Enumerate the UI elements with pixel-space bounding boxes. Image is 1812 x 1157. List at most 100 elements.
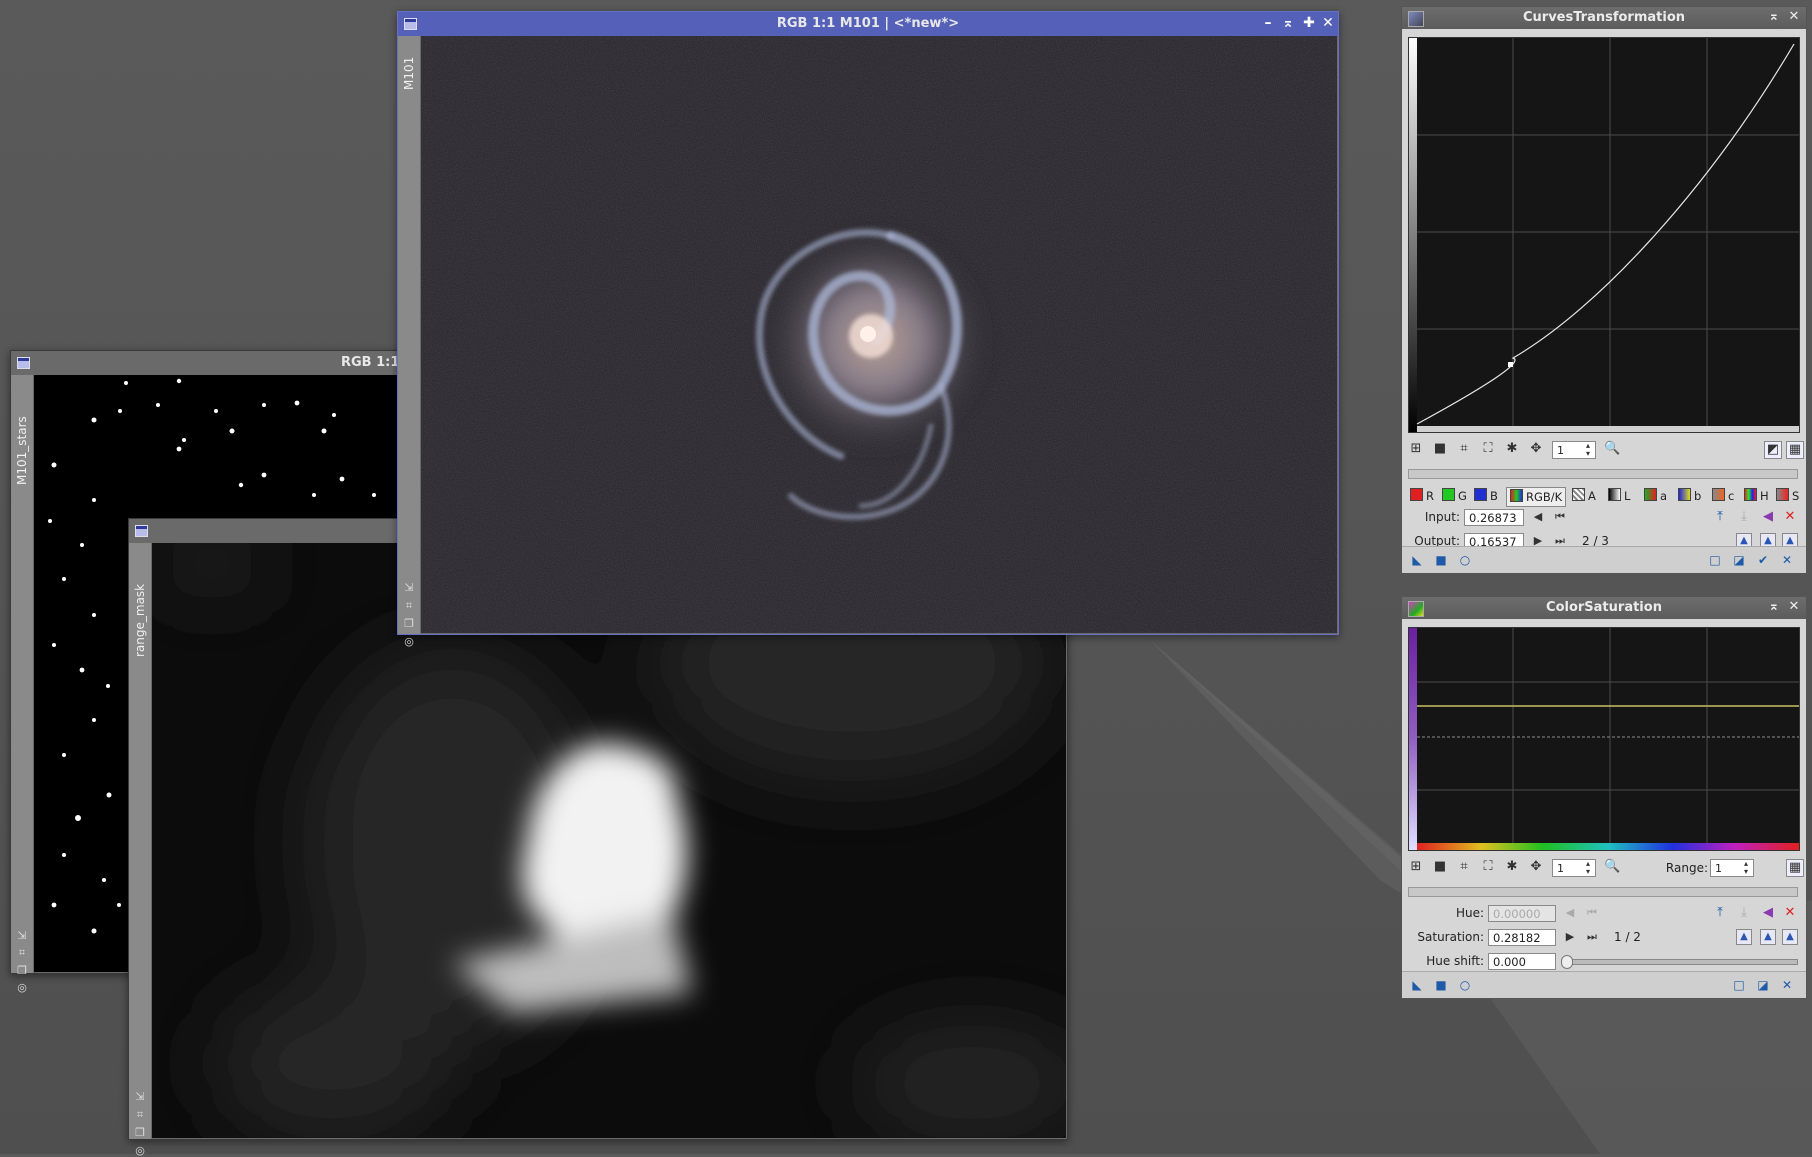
saturation-zoom-spin[interactable]: 1 [1552,859,1596,877]
real-time-preview-icon[interactable]: ○ [1458,978,1472,992]
select-point-icon[interactable]: ■ [1432,441,1448,457]
channel-r[interactable]: R [1410,487,1434,505]
curve-line[interactable] [1416,43,1795,425]
channel-c[interactable]: c [1712,487,1734,505]
delete-point-icon[interactable]: ⌗ [1456,859,1472,875]
restore-curve-icon[interactable]: ⤓ [1736,905,1752,921]
new-instance-icon[interactable]: ◣ [1410,978,1424,992]
reset-curve-icon[interactable]: ✕ [1782,905,1798,921]
hueshift-field[interactable]: 0.000 [1488,953,1556,970]
hueshift-slider[interactable] [1561,955,1798,969]
stars-window-titlebar[interactable]: RGB 1:1 [11,351,411,375]
zoom-icon[interactable]: 🔍 [1604,859,1620,875]
channel-a[interactable]: A [1572,487,1596,505]
shade-icon[interactable]: ⌅ [1280,15,1296,31]
colorsaturation-titlebar[interactable]: ColorSaturation ⌅ ✕ [1402,597,1806,619]
curves-zoom-spin[interactable]: 1 [1552,441,1596,459]
apply-icon[interactable]: ✔ [1756,553,1770,567]
target-icon[interactable]: ◎ [403,636,415,648]
window-icon[interactable] [135,525,148,537]
browse-docs-icon[interactable]: □ [1732,978,1746,992]
interpolation-akima-icon[interactable]: ▲ [1736,929,1752,945]
input-field[interactable]: 0.26873 [1464,509,1524,526]
saturation-field[interactable]: 0.28182 [1488,929,1556,946]
crop-icon[interactable]: ⌗ [403,600,415,612]
store-curve-icon[interactable]: ⤒ [1712,509,1728,525]
reverse-curve-icon[interactable]: ◀ [1760,905,1776,921]
curves-titlebar[interactable]: CurvesTransformation ⌅ ✕ [1402,7,1806,29]
range-spin[interactable]: 1 [1710,859,1754,877]
close-icon[interactable]: ✕ [1786,599,1802,615]
channel-b-lab[interactable]: b [1678,487,1701,505]
shade-icon[interactable]: ⌅ [1766,9,1782,25]
channel-s[interactable]: S [1776,487,1799,505]
select-point-icon[interactable]: ■ [1432,859,1448,875]
edit-point-icon[interactable]: ⊞ [1408,859,1424,875]
curves-graph-canvas[interactable] [1409,38,1799,432]
curves-graph[interactable] [1408,37,1800,433]
grid-icon[interactable]: ▦ [1786,859,1804,877]
grid-icon[interactable]: ▦ [1786,441,1804,459]
crop-icon[interactable]: ⌗ [134,1109,146,1121]
interpolation-linear-icon[interactable]: ▲ [1782,929,1798,945]
close-icon[interactable]: ✕ [1786,9,1802,25]
channel-g[interactable]: G [1442,487,1467,505]
saturation-graph-canvas[interactable] [1409,628,1799,850]
reset-curve-icon[interactable]: ✕ [1782,509,1798,525]
zoom-in-icon[interactable]: ⛶ [1480,859,1496,875]
curves-panel[interactable]: CurvesTransformation ⌅ ✕ ⊞ ■ ⌗ ⛶ ✱ ✥ 1 🔍… [1401,6,1807,574]
interpolation-cubic-icon[interactable]: ▲ [1760,929,1776,945]
clone-icon[interactable]: ❐ [403,618,415,630]
minimize-icon[interactable]: – [1260,15,1276,31]
first-point-icon[interactable]: ⏮ [1584,905,1600,921]
apply-global-icon[interactable]: ■ [1434,553,1448,567]
browse-docs-icon[interactable]: □ [1708,553,1722,567]
show-all-curves-icon[interactable]: ◩ [1764,441,1782,459]
pan-icon[interactable]: ✥ [1528,859,1544,875]
maximize-icon[interactable]: ✚ [1301,15,1317,31]
preferences-icon[interactable]: ✕ [1780,553,1794,567]
mask-side-tab[interactable]: range_mask ⇲ ⌗ ❐ ◎ [129,543,151,1157]
fit-icon[interactable]: ⇲ [403,582,415,594]
clone-icon[interactable]: ❐ [134,1127,146,1139]
edit-point-icon[interactable]: ⊞ [1408,441,1424,457]
target-icon[interactable]: ◎ [134,1145,146,1157]
clone-icon[interactable]: ❐ [16,965,28,977]
new-instance-icon[interactable]: ◣ [1410,553,1424,567]
channel-l[interactable]: L [1608,487,1630,505]
last-point-icon[interactable]: ⏭ [1584,929,1600,945]
fit-icon[interactable]: ⇲ [16,930,28,942]
reset-icon[interactable]: ◪ [1756,978,1770,992]
colorsaturation-panel[interactable]: ColorSaturation ⌅ ✕ ⊞ ■ ⌗ ⛶ ✱ ✥ 1 ▴▾ 🔍 R… [1401,596,1807,999]
saturation-graph[interactable] [1408,627,1800,851]
close-icon[interactable]: ✕ [1320,15,1336,31]
main-image-window[interactable]: RGB 1:1 M101 | <*new*> – ⌅ ✚ ✕ M101 ⇲ ⌗ … [397,11,1339,648]
prev-point-icon[interactable]: ◀ [1562,905,1578,921]
main-window-titlebar[interactable]: RGB 1:1 M101 | <*new*> – ⌅ ✚ ✕ [398,12,1338,36]
first-point-icon[interactable]: ⏮ [1552,509,1568,525]
hueshift-slider-handle[interactable] [1561,955,1573,969]
real-time-preview-icon[interactable]: ○ [1458,553,1472,567]
channel-a-lab[interactable]: a [1644,487,1667,505]
crop-icon[interactable]: ⌗ [16,947,28,959]
preferences-icon[interactable]: ✕ [1780,978,1794,992]
reverse-curve-icon[interactable]: ◀ [1760,509,1776,525]
channel-b[interactable]: B [1474,487,1498,505]
target-icon[interactable]: ◎ [16,982,28,994]
curve-control-point[interactable] [1508,362,1513,367]
hue-field[interactable]: 0.00000 [1488,905,1556,922]
store-curve-icon[interactable]: ⤒ [1712,905,1728,921]
main-side-tab[interactable]: M101 ⇲ ⌗ ❐ ◎ [398,36,420,648]
prev-point-icon[interactable]: ◀ [1530,509,1546,525]
zoom-fit-icon[interactable]: ✱ [1504,859,1520,875]
delete-point-icon[interactable]: ⌗ [1456,441,1472,457]
apply-global-icon[interactable]: ■ [1434,978,1448,992]
pan-icon[interactable]: ✥ [1528,441,1544,457]
reset-icon[interactable]: ◪ [1732,553,1746,567]
channel-rgbk[interactable]: RGB/K [1506,487,1567,507]
zoom-in-icon[interactable]: ⛶ [1480,441,1496,457]
restore-curve-icon[interactable]: ⤓ [1736,509,1752,525]
channel-h[interactable]: H [1744,487,1769,505]
next-point-icon[interactable]: ▶ [1562,929,1578,945]
zoom-icon[interactable]: 🔍 [1604,441,1620,457]
